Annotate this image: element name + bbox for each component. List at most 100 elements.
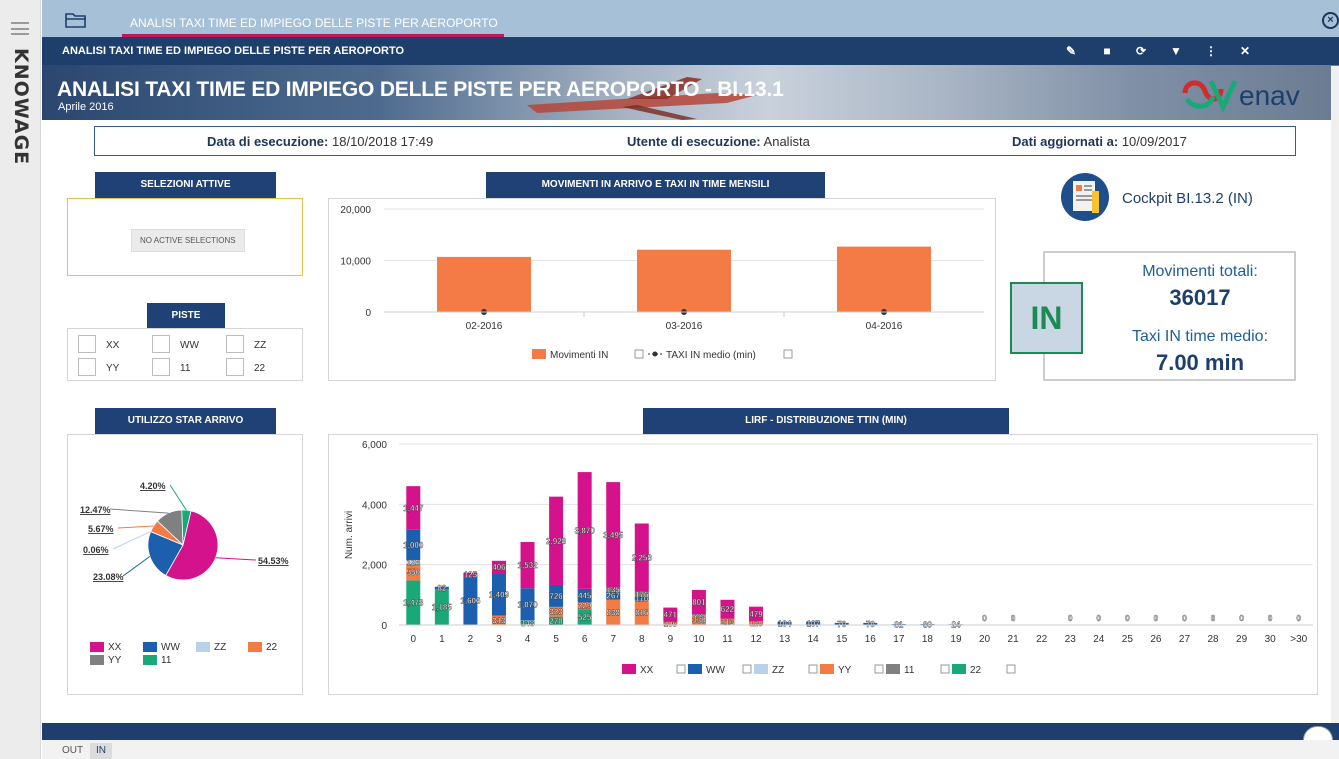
total-value: 36017	[1169, 285, 1231, 310]
x-tick-label: 02-2016	[466, 321, 503, 332]
data-label: 70	[866, 620, 875, 629]
cockpit-link[interactable]: Cockpit BI.13.2 (IN)	[1060, 172, 1290, 224]
data-label: 0	[1182, 614, 1187, 623]
folder-icon[interactable]	[64, 11, 88, 29]
pie-label-connector	[112, 531, 151, 550]
report-subtitle: Aprile 2016	[58, 101, 114, 113]
x-tick-label: 15	[836, 634, 848, 645]
document-toolbar: ANALISI TAXI TIME ED IMPIEGO DELLE PISTE…	[42, 37, 1339, 65]
ttin-panel: 6,000 4,000 2,000 0 Num. arrivi 1,478 550 128 1,…	[328, 434, 1318, 695]
legend-swatch	[688, 664, 702, 674]
x-tick-label: 1	[439, 634, 445, 645]
pie-label-connector	[215, 557, 257, 561]
x-tick-label: 13	[779, 634, 791, 645]
data-label: 0	[1125, 614, 1130, 623]
exec-date: Data di esecuzione: 18/10/2018 17:49	[207, 134, 434, 149]
data-label: 0	[1097, 614, 1102, 623]
x-tick-label: 28	[1207, 634, 1219, 645]
data-label: 176	[635, 590, 649, 599]
x-tick-label: 14	[808, 634, 820, 645]
data-label: 406	[492, 563, 506, 572]
tab-in[interactable]: IN	[90, 743, 112, 759]
edit-icon[interactable]: ✎	[1063, 43, 1079, 59]
hamburger-menu-icon[interactable]	[11, 22, 29, 35]
pie-slice-label: 12.47%	[80, 505, 111, 515]
data-label: 3,495	[603, 531, 624, 540]
checkbox-ww[interactable]	[152, 335, 170, 353]
legend-label: 11	[904, 665, 915, 676]
legend-checkbox[interactable]	[742, 664, 752, 674]
pie-slice-label: 54.53%	[258, 556, 289, 566]
taxi-value: 7.00 min	[1155, 350, 1245, 375]
x-tick-label: 8	[639, 634, 645, 645]
checkbox-yy[interactable]	[78, 358, 96, 376]
legend-label: ZZ	[772, 665, 784, 676]
filter-icon[interactable]: ▼	[1168, 43, 1184, 59]
vertical-scrollbar[interactable]	[1331, 66, 1339, 723]
data-label: 0	[1268, 614, 1273, 623]
checkbox-11[interactable]	[152, 358, 170, 376]
pie-slice-label: 4.20%	[140, 481, 166, 491]
checkbox-zz[interactable]	[226, 335, 244, 353]
legend-label: 22	[266, 642, 278, 653]
pie-label-connector	[117, 525, 154, 529]
x-tick-label: 4	[525, 634, 531, 645]
legend-swatch	[90, 655, 104, 665]
data-label: 278	[549, 617, 563, 626]
legend-label: WW	[706, 665, 725, 676]
data-label: 82	[437, 584, 446, 593]
enav-logo: enav	[1182, 79, 1300, 113]
pie-label-connector	[122, 555, 151, 577]
data-label: 0	[1211, 614, 1216, 623]
close-tab-icon[interactable]: ×	[1322, 12, 1339, 29]
legend-checkbox[interactable]	[874, 664, 884, 674]
x-tick-label: 23	[1065, 634, 1077, 645]
legend-checkbox[interactable]	[676, 664, 686, 674]
in-badge: IN	[1010, 282, 1083, 354]
tab-out[interactable]: OUT	[56, 743, 89, 759]
y-tick-label: 6,000	[362, 440, 387, 451]
legend-label: ZZ	[214, 642, 226, 653]
legend-checkbox[interactable]	[940, 664, 950, 674]
close-icon[interactable]: ✕	[1237, 43, 1253, 59]
x-tick-label: >30	[1290, 634, 1307, 645]
save-icon[interactable]: ■	[1099, 43, 1115, 59]
bar-movimenti-in	[637, 249, 731, 312]
more-icon[interactable]: ⋮	[1203, 43, 1219, 59]
legend-checkbox[interactable]	[634, 349, 644, 359]
document-tab[interactable]: ANALISI TAXI TIME ED IMPIEGO DELLE PISTE…	[122, 6, 504, 37]
x-tick-label: 18	[922, 634, 934, 645]
ttin-header: LIRF - DISTRIBUZIONE TTIN (MIN)	[643, 408, 1009, 434]
x-tick-label: 5	[553, 634, 559, 645]
data-label: 3,870	[575, 526, 596, 535]
data-label: 1,185	[432, 603, 453, 612]
taxi-label: Taxi IN time medio:	[1131, 328, 1269, 345]
refresh-icon[interactable]: ⟳	[1133, 43, 1149, 59]
execution-info-bar: Data di esecuzione: 18/10/2018 17:49 Ute…	[94, 126, 1296, 156]
data-label: 1,606	[460, 597, 481, 606]
ttin-stacked-chart: 6,0004,0002,0000Num. arrivi1,4785501281,…	[344, 440, 1313, 676]
legend-swatch	[90, 642, 104, 652]
data-label: 1,070	[518, 600, 539, 609]
data-label: 1,409	[489, 590, 510, 599]
document-title: ANALISI TAXI TIME ED IMPIEGO DELLE PISTE…	[62, 45, 405, 57]
x-tick-label: 12	[750, 634, 762, 645]
legend-checkbox[interactable]	[783, 349, 793, 359]
legend-label: YY	[838, 665, 852, 676]
pie-slice-label: 23.08%	[93, 572, 124, 582]
checkbox-22[interactable]	[226, 358, 244, 376]
no-active-selections[interactable]: NO ACTIVE SELECTIONS	[131, 229, 245, 252]
piste-label: 11	[180, 363, 191, 374]
bar-segment-zz	[520, 620, 535, 622]
y-tick-label: 0	[365, 308, 371, 319]
legend-checkbox[interactable]	[1006, 664, 1016, 674]
y-axis-label: Num. arrivi	[344, 511, 355, 559]
legend-swatch	[886, 664, 900, 674]
data-label: 726	[549, 592, 563, 601]
checkbox-xx[interactable]	[78, 335, 96, 353]
y-tick-label: 10,000	[340, 257, 371, 268]
data-label: 471	[664, 611, 678, 620]
legend-checkbox[interactable]	[808, 664, 818, 674]
data-label: 445	[578, 592, 592, 601]
data-label: 1,478	[403, 599, 424, 608]
